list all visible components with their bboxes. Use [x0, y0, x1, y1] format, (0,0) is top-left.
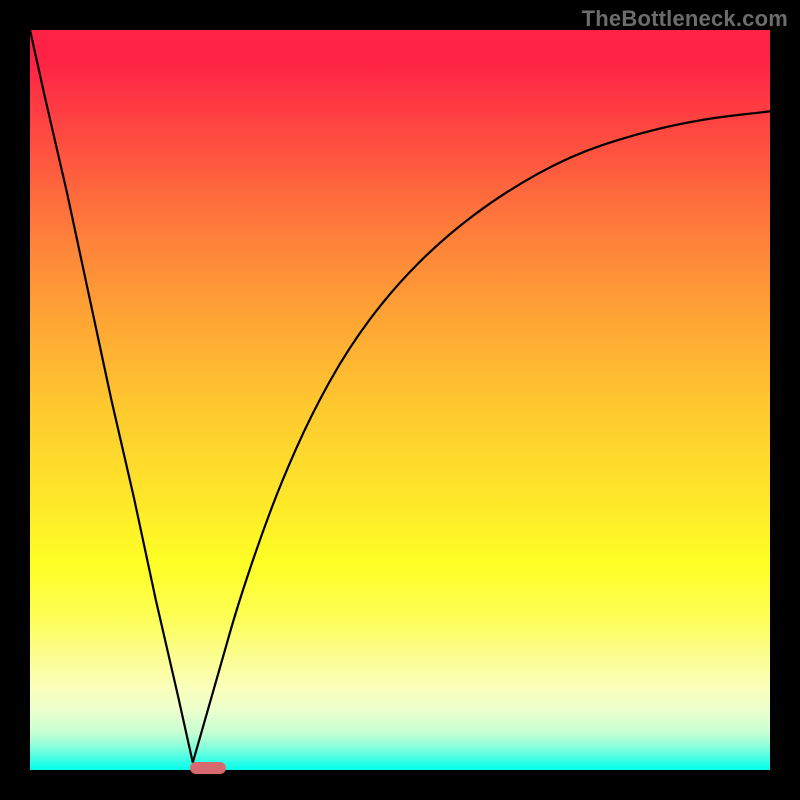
plot-area [30, 30, 770, 770]
chart-frame: TheBottleneck.com [0, 0, 800, 800]
curve-layer [30, 30, 770, 770]
right-branch-curve [193, 111, 770, 762]
left-branch-curve [30, 30, 193, 763]
watermark-text: TheBottleneck.com [582, 6, 788, 32]
min-marker [190, 762, 226, 774]
